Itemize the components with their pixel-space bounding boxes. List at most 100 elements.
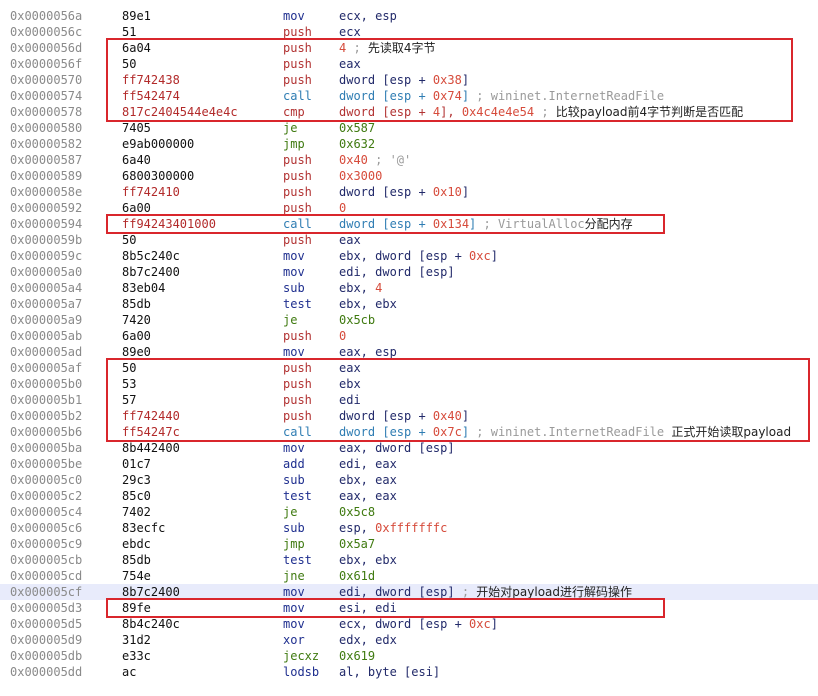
operands: dword [esp + 0x38] (339, 73, 470, 87)
instruction-bytes: 50 (122, 57, 137, 71)
instruction-bytes: ff542474 (122, 89, 180, 103)
listing-row[interactable]: 0x000005d3 89fe mov esi, edi (0, 600, 818, 616)
listing-row[interactable]: 0x00000580 7405 je 0x587 (0, 120, 818, 136)
listing-row[interactable]: 0x00000582 e9ab000000 jmp 0x632 (0, 136, 818, 152)
address: 0x000005ba (10, 441, 83, 455)
listing-row[interactable]: 0x000005c4 7402 je 0x5c8 (0, 504, 818, 520)
operands: ebx (339, 377, 361, 391)
listing-row[interactable]: 0x000005c9 ebdc jmp 0x5a7 (0, 536, 818, 552)
disassembly-listing[interactable]: 0x0000056a 89e1 mov ecx, esp 0x0000056c 51 pus… (0, 8, 818, 680)
mnemonic: test (283, 553, 312, 567)
address: 0x00000580 (10, 121, 83, 135)
listing-row[interactable]: 0x00000578 817c2404544e4e4c cmp dword [esp … (0, 104, 818, 120)
instruction-bytes: 85db (122, 553, 151, 567)
listing-row[interactable]: 0x0000056f 50 push eax (0, 56, 818, 72)
listing-row[interactable]: 0x000005d5 8b4c240c mov ecx, dword [esp + 0… (0, 616, 818, 632)
address: 0x0000059c (10, 249, 83, 263)
listing-row[interactable]: 0x00000589 6800300000 push 0x3000 (0, 168, 818, 184)
operands: edx, edx (339, 633, 397, 647)
mnemonic: call (283, 89, 312, 103)
operands: eax, dword [esp] (339, 441, 455, 455)
address: 0x0000056a (10, 9, 83, 23)
address: 0x0000056c (10, 25, 83, 39)
mnemonic: push (283, 169, 312, 183)
listing-row[interactable]: 0x000005cb 85db test ebx, ebx (0, 552, 818, 568)
listing-row[interactable]: 0x000005cd 754e jne 0x61d (0, 568, 818, 584)
address: 0x000005cd (10, 569, 83, 583)
address: 0x000005d3 (10, 601, 83, 615)
listing-row[interactable]: 0x000005be 01c7 add edi, eax (0, 456, 818, 472)
listing-row[interactable]: 0x0000056c 51 push ecx (0, 24, 818, 40)
listing-row[interactable]: 0x000005c2 85c0 test eax, eax (0, 488, 818, 504)
listing-row[interactable]: 0x000005a9 7420 je 0x5cb (0, 312, 818, 328)
address: 0x000005b6 (10, 425, 83, 439)
listing-row[interactable]: 0x000005dd ac lodsb al, byte [esi] (0, 664, 818, 680)
instruction-bytes: 83eb04 (122, 281, 166, 295)
listing-row[interactable]: 0x000005b6 ff54247c call dword [esp + 0x7c]… (0, 424, 818, 440)
listing-row[interactable]: 0x000005cf 8b7c2400 mov edi, dword [esp] ; … (0, 584, 818, 600)
address: 0x000005a0 (10, 265, 83, 279)
listing-row[interactable]: 0x0000058e ff742410 push dword [esp + 0x10] (0, 184, 818, 200)
address: 0x000005d5 (10, 617, 83, 631)
listing-row[interactable]: 0x0000056a 89e1 mov ecx, esp (0, 8, 818, 24)
operands: ecx (339, 25, 361, 39)
address: 0x000005ab (10, 329, 83, 343)
listing-row[interactable]: 0x000005c6 83ecfc sub esp, 0xfffffffc (0, 520, 818, 536)
instruction-bytes: 89e1 (122, 9, 151, 23)
listing-row[interactable]: 0x000005c0 29c3 sub ebx, eax (0, 472, 818, 488)
listing-row[interactable]: 0x000005ad 89e0 mov eax, esp (0, 344, 818, 360)
listing-row[interactable]: 0x000005b1 57 push edi (0, 392, 818, 408)
listing-row[interactable]: 0x000005a7 85db test ebx, ebx (0, 296, 818, 312)
listing-row[interactable]: 0x000005af 50 push eax (0, 360, 818, 376)
mnemonic: jmp (283, 137, 305, 151)
listing-row[interactable]: 0x000005db e33c jecxz 0x619 (0, 648, 818, 664)
listing-row[interactable]: 0x000005ba 8b442400 mov eax, dword [esp] (0, 440, 818, 456)
operands: 0x61d (339, 569, 376, 583)
listing-row[interactable]: 0x00000592 6a00 push 0 (0, 200, 818, 216)
listing-row[interactable]: 0x0000056d 6a04 push 4 ; 先读取4字节 (0, 40, 818, 56)
instruction-bytes: 29c3 (122, 473, 151, 487)
mnemonic: push (283, 233, 312, 247)
listing-row[interactable]: 0x0000059b 50 push eax (0, 232, 818, 248)
mnemonic: mov (283, 9, 305, 23)
operands: 0x5cb (339, 313, 376, 327)
listing-row[interactable]: 0x0000059c 8b5c240c mov ebx, dword [esp + 0… (0, 248, 818, 264)
instruction-bytes: 6a00 (122, 201, 151, 215)
listing-row[interactable]: 0x000005b0 53 push ebx (0, 376, 818, 392)
instruction-bytes: 51 (122, 25, 137, 39)
address: 0x00000578 (10, 105, 83, 119)
instruction-bytes: 817c2404544e4e4c (122, 105, 238, 119)
address: 0x00000592 (10, 201, 83, 215)
address: 0x000005a7 (10, 297, 83, 311)
operands: dword [esp + 0x74] ; wininet.InternetRea… (339, 89, 665, 103)
instruction-bytes: ac (122, 665, 137, 679)
instruction-bytes: 8b7c2400 (122, 265, 180, 279)
mnemonic: push (283, 185, 312, 199)
instruction-bytes: 8b4c240c (122, 617, 180, 631)
listing-row[interactable]: 0x00000570 ff742438 push dword [esp + 0x38] (0, 72, 818, 88)
listing-row[interactable]: 0x000005b2 ff742440 push dword [esp + 0x40] (0, 408, 818, 424)
listing-row[interactable]: 0x000005ab 6a00 push 0 (0, 328, 818, 344)
listing-row[interactable]: 0x00000587 6a40 push 0x40 ; '@' (0, 152, 818, 168)
mnemonic: push (283, 393, 312, 407)
instruction-bytes: ff54247c (122, 425, 180, 439)
instruction-bytes: 53 (122, 377, 137, 391)
instruction-bytes: e9ab000000 (122, 137, 195, 151)
mnemonic: add (283, 457, 305, 471)
operands: ecx, dword [esp + 0xc] (339, 617, 498, 631)
mnemonic: jecxz (283, 649, 320, 663)
listing-row[interactable]: 0x00000594 ff94243401000 call dword [esp + … (0, 216, 818, 232)
instruction-bytes: 57 (122, 393, 137, 407)
operands: esp, 0xfffffffc (339, 521, 448, 535)
instruction-bytes: 7402 (122, 505, 151, 519)
listing-row[interactable]: 0x00000574 ff542474 call dword [esp + 0x74]… (0, 88, 818, 104)
instruction-bytes: 89e0 (122, 345, 151, 359)
listing-row[interactable]: 0x000005d9 31d2 xor edx, edx (0, 632, 818, 648)
mnemonic: je (283, 313, 298, 327)
mnemonic: push (283, 73, 312, 87)
listing-row[interactable]: 0x000005a4 83eb04 sub ebx, 4 (0, 280, 818, 296)
instruction-bytes: 89fe (122, 601, 151, 615)
instruction-bytes: e33c (122, 649, 151, 663)
instruction-bytes: 01c7 (122, 457, 151, 471)
listing-row[interactable]: 0x000005a0 8b7c2400 mov edi, dword [esp] (0, 264, 818, 280)
